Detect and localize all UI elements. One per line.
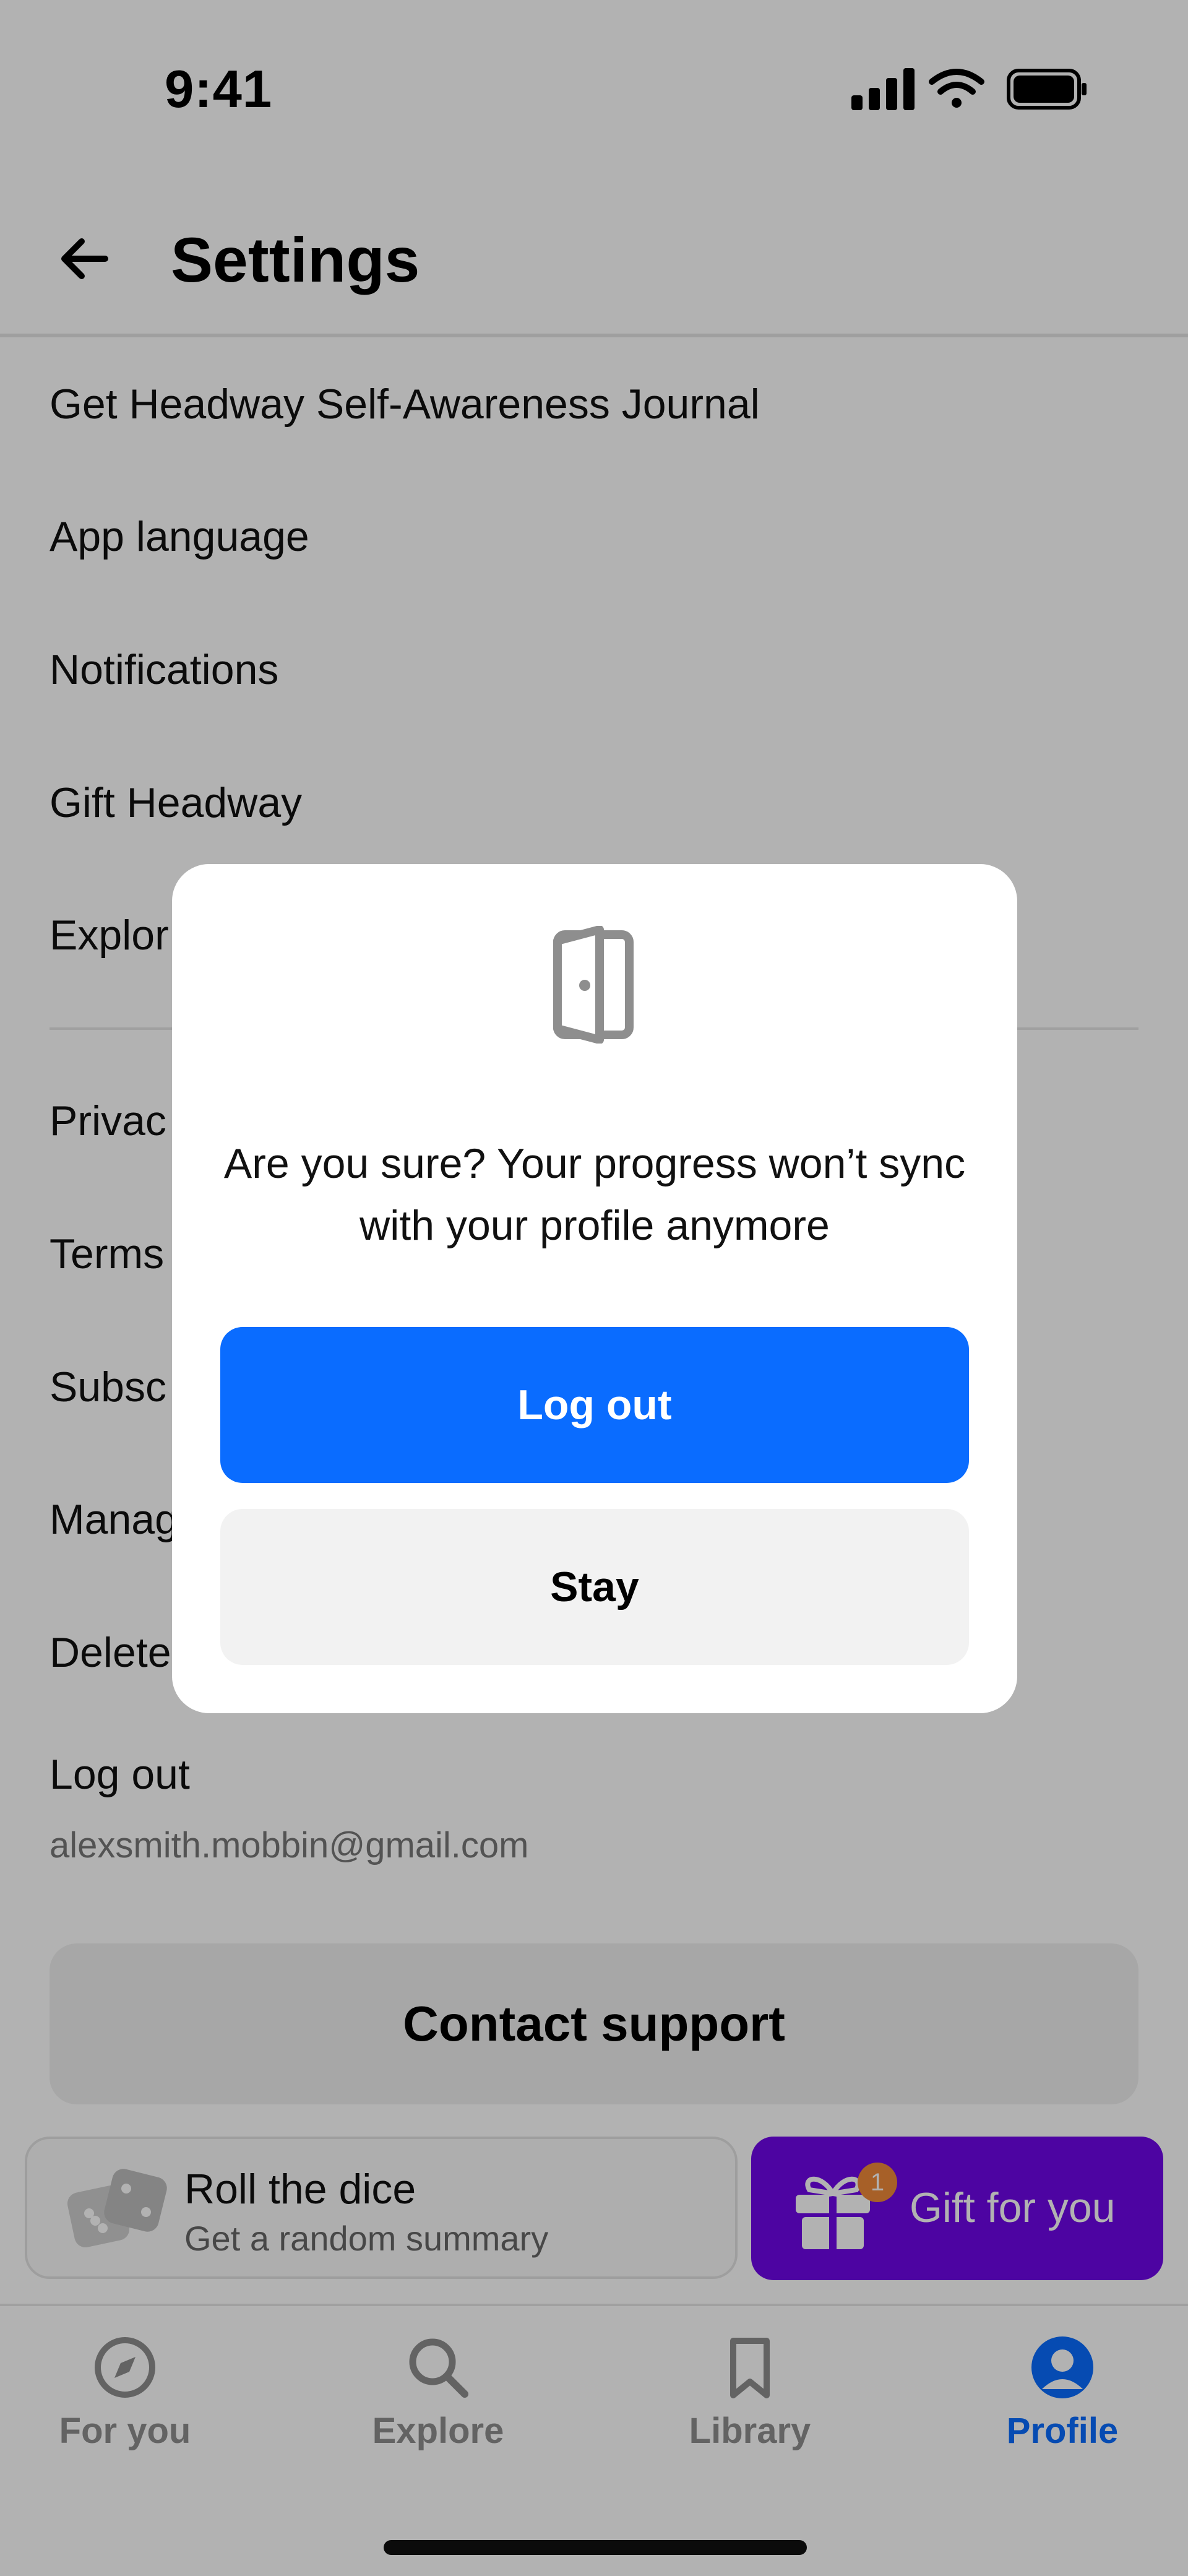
log-out-button[interactable]: Log out: [220, 1327, 969, 1483]
door-icon: [553, 926, 634, 1044]
logout-dialog: Are you sure? Your progress won’t sync w…: [172, 864, 1017, 1713]
stay-button[interactable]: Stay: [220, 1509, 969, 1665]
dialog-message: Are you sure? Your progress won’t sync w…: [223, 1140, 966, 1249]
